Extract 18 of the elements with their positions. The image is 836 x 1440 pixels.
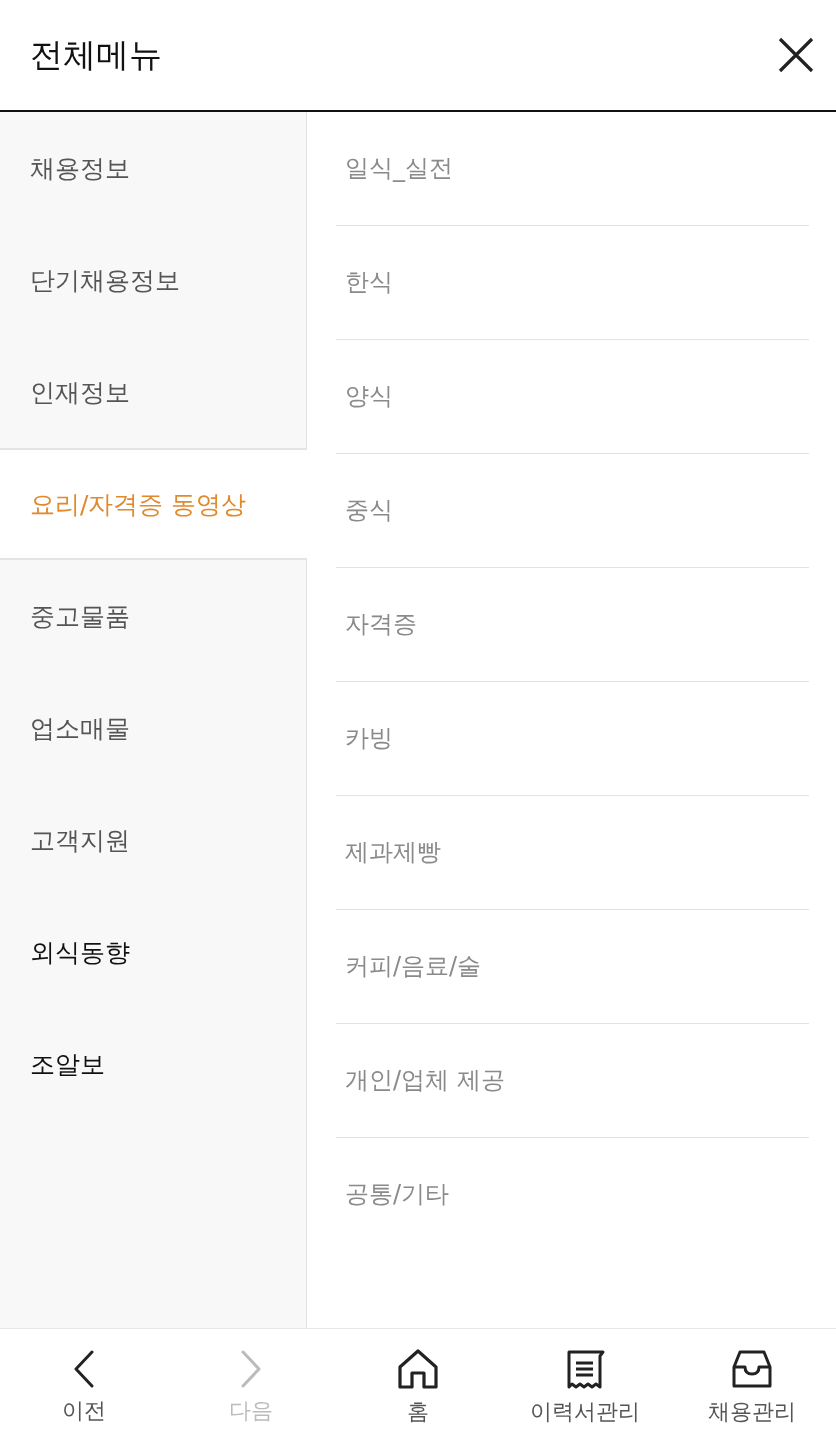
nav-button[interactable]: 채용관리 (668, 1329, 836, 1440)
nav-button[interactable]: 이전 (0, 1329, 168, 1440)
menu-item[interactable]: 단기채용정보 (0, 224, 306, 336)
menu-item[interactable]: 채용정보 (0, 112, 306, 224)
close-icon (778, 37, 814, 73)
menu-item[interactable]: 외식동향 (0, 896, 306, 1008)
menu-item[interactable]: 고객지원 (0, 784, 306, 896)
home-icon (397, 1348, 439, 1389)
chevron-left-icon (72, 1349, 95, 1388)
menu-title: 전체메뉴 (30, 33, 162, 76)
menu-item[interactable]: 업소매물 (0, 672, 306, 784)
nav-button[interactable]: 홈 (334, 1329, 502, 1440)
menu-item[interactable]: 인재정보 (0, 336, 306, 448)
inbox-icon (731, 1348, 774, 1389)
nav-button[interactable]: 이력서관리 (501, 1329, 669, 1440)
chevron-right-icon (239, 1349, 262, 1388)
menu-item[interactable]: 중고물품 (0, 560, 306, 672)
menu-item[interactable]: 조알보 (0, 1008, 306, 1120)
